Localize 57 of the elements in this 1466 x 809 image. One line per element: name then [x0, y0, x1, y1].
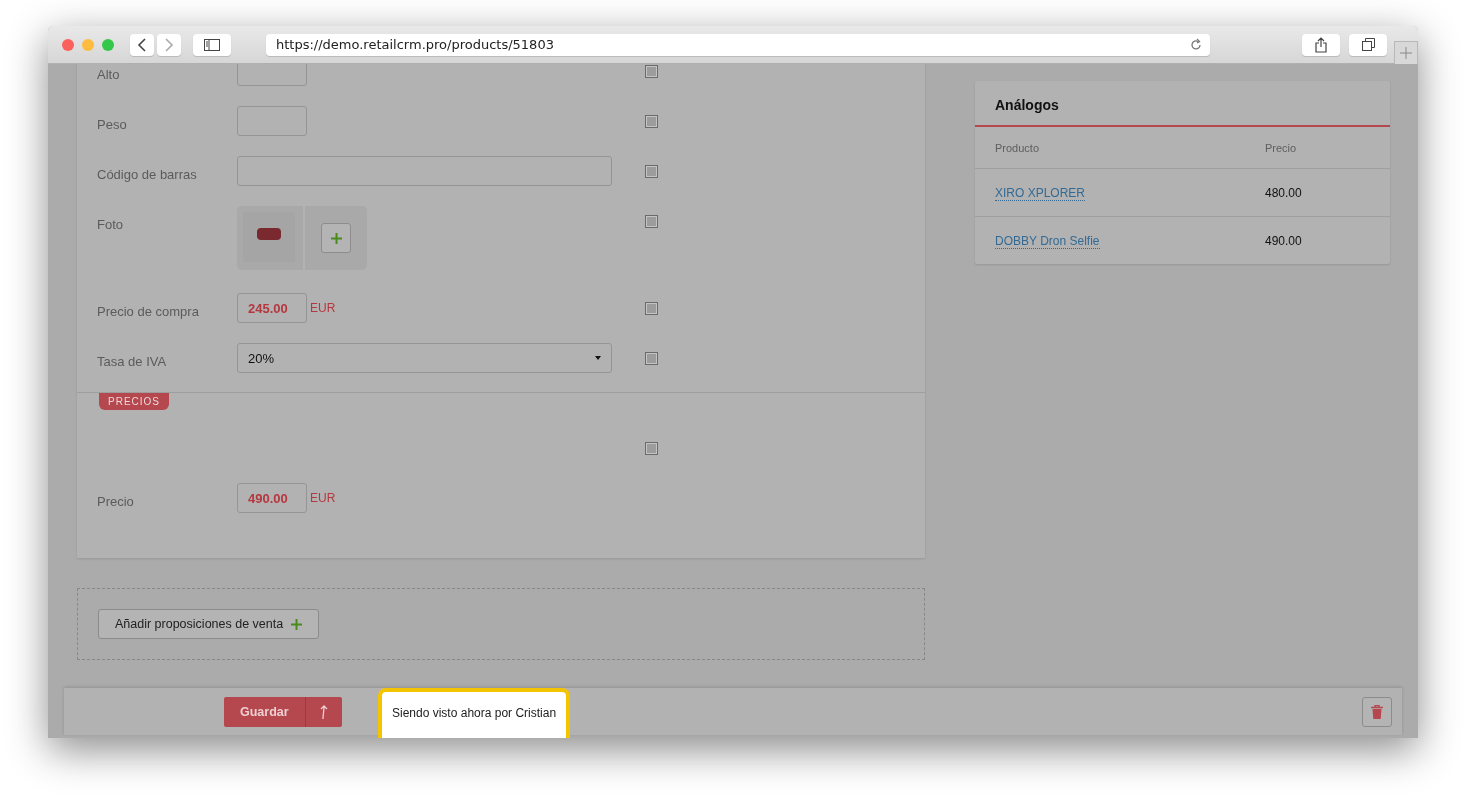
- price-cell: 490.00: [1265, 233, 1302, 248]
- add-offer-button[interactable]: Añadir proposiciones de venta: [98, 609, 320, 639]
- plus-icon: [330, 232, 342, 244]
- viewer-notice: Siendo visto ahora por Cristian: [378, 688, 571, 738]
- reload-icon[interactable]: [1190, 38, 1202, 51]
- chevron-left-icon: [137, 37, 147, 52]
- checkbox[interactable]: [645, 65, 658, 78]
- field-label: Precio de compra: [97, 304, 199, 319]
- price-field[interactable]: 490.00: [237, 483, 307, 513]
- field-label: Código de barras: [97, 167, 197, 182]
- delete-button[interactable]: [1362, 696, 1392, 727]
- trash-icon: [1371, 704, 1383, 719]
- currency-label: EUR: [310, 491, 336, 505]
- checkbox[interactable]: [645, 215, 658, 228]
- input-field[interactable]: [237, 156, 612, 186]
- caret-icon: [595, 356, 601, 360]
- photo-placeholder[interactable]: [243, 212, 295, 262]
- price-cell: 480.00: [1265, 185, 1302, 200]
- sidebar-button[interactable]: [193, 33, 231, 56]
- plus-icon: [1400, 47, 1412, 59]
- checkbox[interactable]: [645, 115, 658, 128]
- tabs-icon: [1361, 38, 1375, 51]
- field-label: Precio: [97, 494, 134, 509]
- checkbox[interactable]: [645, 352, 658, 365]
- chevron-right-icon: [164, 37, 174, 52]
- product-link[interactable]: XIRO XPLORER: [995, 185, 1086, 201]
- currency-label: EUR: [310, 301, 336, 315]
- checkbox[interactable]: [645, 165, 658, 178]
- back-button[interactable]: [130, 33, 154, 56]
- input-field[interactable]: [237, 106, 307, 136]
- checkbox[interactable]: [645, 442, 658, 455]
- card-title: Análogos: [975, 81, 1390, 127]
- share-button[interactable]: [1302, 33, 1340, 56]
- zoom-button[interactable]: [102, 38, 114, 51]
- column-header: Producto: [995, 141, 1041, 154]
- close-button[interactable]: [62, 38, 74, 51]
- price-field[interactable]: 245.00: [237, 293, 307, 323]
- save-and-exit-button[interactable]: [305, 696, 342, 727]
- address-bar[interactable]: https://demo.retailcrm.pro/products/51803: [266, 33, 1210, 56]
- sidebar-icon: [204, 38, 220, 51]
- select-field[interactable]: 20%: [237, 343, 612, 373]
- plus-icon: [291, 618, 303, 630]
- field-label: Peso: [97, 117, 127, 132]
- field-label: Foto: [97, 217, 123, 232]
- input-field[interactable]: [237, 64, 307, 86]
- tabs-button[interactable]: [1349, 33, 1387, 56]
- column-header: Precio: [1265, 141, 1297, 154]
- checkbox[interactable]: [645, 302, 658, 315]
- arrow-up-icon: [318, 703, 329, 720]
- field-label: Alto: [97, 67, 120, 82]
- url-text: https://demo.retailcrm.pro/products/51803: [276, 37, 555, 52]
- section-tag: PRECIOS: [99, 393, 169, 410]
- save-button[interactable]: Guardar: [224, 696, 306, 727]
- share-icon: [1315, 36, 1327, 53]
- add-photo-button[interactable]: [321, 223, 351, 253]
- field-label: Tasa de IVA: [97, 354, 167, 369]
- product-link[interactable]: DOBBY Dron Selfie: [995, 233, 1100, 249]
